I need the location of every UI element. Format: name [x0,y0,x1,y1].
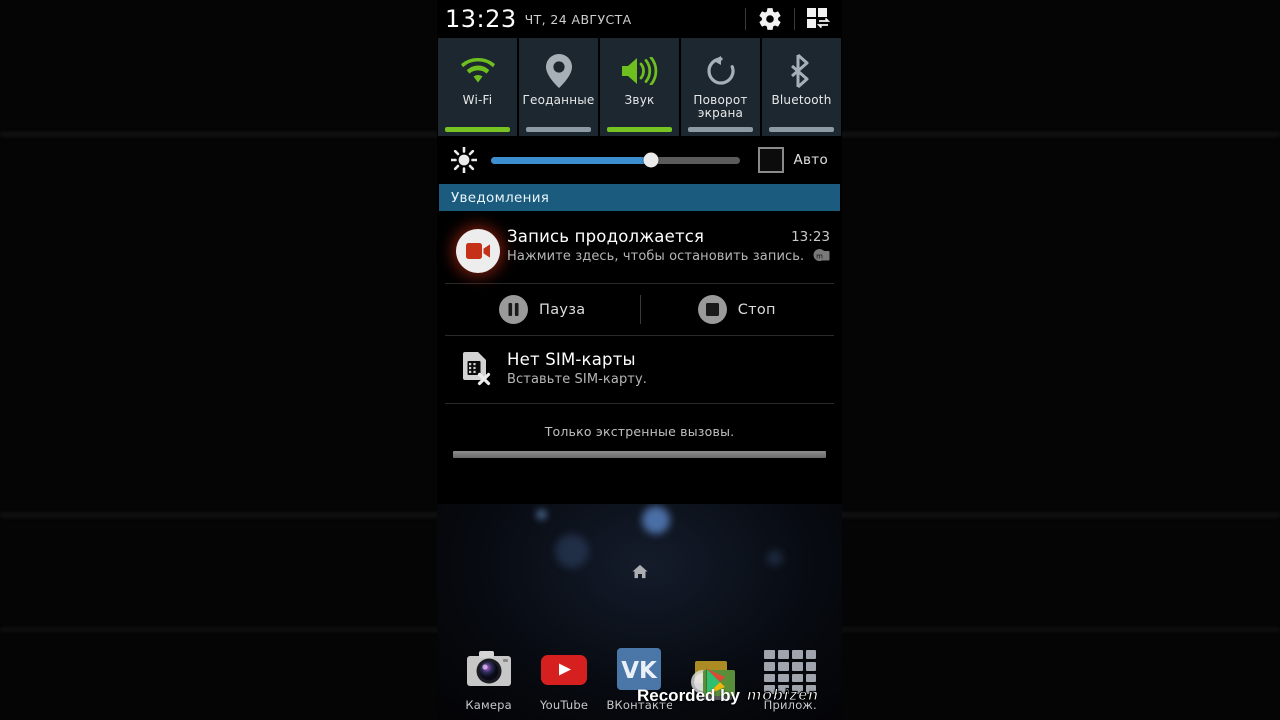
status-bar-divider [794,8,795,30]
toggle-sound[interactable]: Звук [600,38,679,136]
notification-time: 13:23 [791,229,830,245]
toggle-status-bar [607,127,672,132]
notifications-header: Уведомления [439,184,840,211]
wifi-icon [460,50,495,92]
wallpaper-bokeh [537,510,546,519]
dock-item-camera[interactable]: Камера [456,642,522,712]
toggle-bluetooth[interactable]: Bluetooth [762,38,841,136]
action-label: Пауза [539,301,586,318]
toggle-screen-rotation[interactable]: Поворот экрана [681,38,760,136]
drag-handle[interactable] [453,451,826,458]
toggle-status-bar [688,127,753,132]
gear-icon[interactable] [757,6,783,32]
rotate-icon [705,50,737,92]
wallpaper-bokeh [767,550,783,566]
mobizen-icon: m [813,248,830,261]
notification-no-sim[interactable]: Нет SIM-карты Вставьте SIM-карту. [437,336,842,403]
wallpaper-bokeh [642,506,670,534]
watermark-prefix: Recorded by [637,686,740,705]
dock-label: Камера [465,698,512,712]
dock-label: YouTube [539,698,589,712]
toggle-label: Геоданные [522,93,595,107]
toggle-label: Wi-Fi [462,93,493,107]
panel-footer: Только экстренные вызовы. [437,403,842,463]
camera-app-icon[interactable] [463,642,515,694]
brightness-slider-knob[interactable] [643,152,659,168]
youtube-app-icon[interactable] [538,642,590,694]
phone-screenshot: Запись продолжается Нажмите здесь, чтобы… [0,0,1280,720]
toggle-wifi[interactable]: Wi-Fi [438,38,517,136]
notification-subtitle: Нажмите здесь, чтобы остановить запись. [507,249,805,264]
toggle-status-bar [769,127,834,132]
notification-shade: 13:23 ЧТ, 24 АВГУСТА Wi-Fi Геоданные Зву… [437,0,842,504]
brightness-icon [451,147,477,173]
emergency-calls-text: Только экстренные вызовы. [544,424,735,439]
pause-icon [499,295,529,324]
notifications-header-title: Уведомления [451,189,550,206]
toggle-geodata[interactable]: Геоданные [519,38,598,136]
action-stop[interactable]: Стоп [639,284,835,335]
home-icon[interactable] [631,564,648,579]
bluetooth-icon [790,50,814,92]
wallpaper-bokeh [555,534,589,568]
status-bar-clock: 13:23 [445,5,517,33]
toggle-label: Звук [624,93,655,107]
toggle-label: Поворот экрана [693,93,748,120]
action-pause[interactable]: Пауза [445,284,640,335]
action-label: Стоп [737,301,776,318]
notification-recording[interactable]: Запись продолжается 13:23 Нажмите здесь,… [437,221,842,283]
notification-subtitle: Вставьте SIM-карту. [507,372,647,387]
dock-item-youtube[interactable]: YouTube [531,642,597,712]
brightness-row: Авто [437,136,842,184]
toggle-status-bar [526,127,591,132]
status-bar: 13:23 ЧТ, 24 АВГУСТА [437,0,842,38]
notification-title: Запись продолжается [507,227,705,246]
stop-icon [697,295,727,324]
quick-toggles: Wi-Fi Геоданные Звук Поворот экрана Blue… [437,38,842,136]
toggle-status-bar [445,127,510,132]
sim-card-error-icon [463,352,491,386]
notifications-list: Запись продолжается 13:23 Нажмите здесь,… [437,211,842,403]
location-icon [545,50,572,92]
svg-text:m: m [816,252,823,260]
brightness-slider[interactable] [491,152,741,168]
auto-brightness-label: Авто [793,152,828,168]
brightness-slider-fill [491,156,651,164]
watermark-brand: mobizen [746,687,819,705]
status-bar-date: ЧТ, 24 АВГУСТА [524,11,632,27]
status-bar-divider [745,8,746,30]
volume-icon [621,50,658,92]
auto-brightness-checkbox[interactable] [758,147,785,173]
svg-text:VK: VK [622,658,659,684]
grid-switch-icon[interactable] [806,7,832,31]
notification-actions: Пауза Стоп [445,283,834,335]
recording-watermark: Recorded by mobizen [637,686,819,706]
toggle-label: Bluetooth [771,93,832,107]
video-record-icon [456,229,500,273]
notification-title: Нет SIM-карты [507,350,636,369]
